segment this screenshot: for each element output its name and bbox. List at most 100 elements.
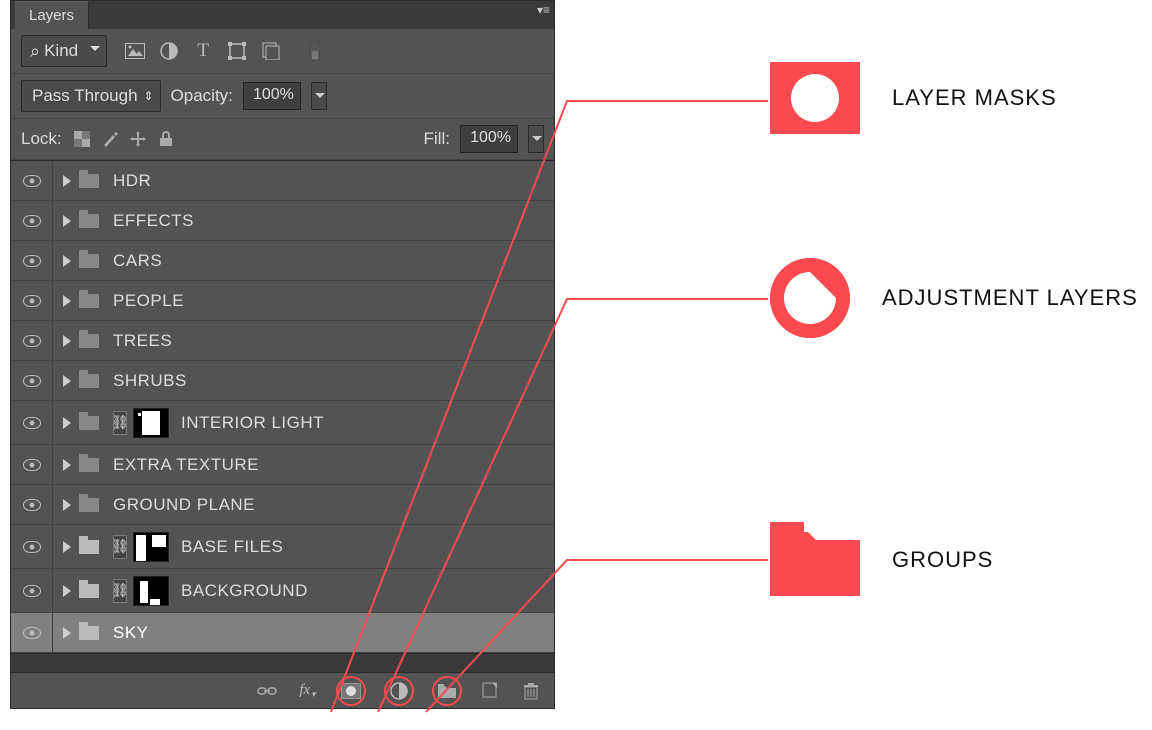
layer-row[interactable]: CARS xyxy=(11,241,554,281)
groups-icon xyxy=(770,518,860,601)
adjustment-filter-icon[interactable] xyxy=(159,42,179,60)
visibility-toggle[interactable] xyxy=(11,361,53,400)
layer-name[interactable]: CARS xyxy=(113,251,162,271)
more-filter-icon[interactable] xyxy=(305,42,325,60)
layer-name[interactable]: SKY xyxy=(113,623,149,643)
panel-menu-icon[interactable]: ▾≡ xyxy=(537,3,550,17)
eye-icon xyxy=(23,459,41,471)
folder-icon xyxy=(79,540,99,554)
expand-toggle[interactable] xyxy=(63,627,71,639)
layer-row[interactable]: SKY xyxy=(11,613,554,653)
visibility-toggle[interactable] xyxy=(11,525,53,568)
mask-thumbnail[interactable] xyxy=(133,532,169,562)
layer-row[interactable]: ⛓BASE FILES xyxy=(11,525,554,569)
fill-field[interactable]: 100% xyxy=(460,125,518,153)
eye-icon xyxy=(23,215,41,227)
layer-name[interactable]: EFFECTS xyxy=(113,211,194,231)
new-group-icon[interactable] xyxy=(432,676,462,706)
layer-row[interactable]: TREES xyxy=(11,321,554,361)
expand-toggle[interactable] xyxy=(63,417,71,429)
link-icon: ⛓ xyxy=(113,579,127,603)
opacity-label: Opacity: xyxy=(171,86,233,106)
delete-icon[interactable] xyxy=(520,680,542,702)
folder-icon xyxy=(79,334,99,348)
layer-row[interactable]: SHRUBS xyxy=(11,361,554,401)
type-filter-icon[interactable]: T xyxy=(193,42,213,60)
layer-name[interactable]: BACKGROUND xyxy=(181,581,308,601)
layer-row[interactable]: EXTRA TEXTURE xyxy=(11,445,554,485)
lock-all-icon[interactable] xyxy=(156,130,176,148)
visibility-toggle[interactable] xyxy=(11,241,53,280)
layer-name[interactable]: GROUND PLANE xyxy=(113,495,255,515)
expand-toggle[interactable] xyxy=(63,459,71,471)
link-icon: ⛓ xyxy=(113,411,127,435)
visibility-toggle[interactable] xyxy=(11,445,53,484)
add-adjustment-icon[interactable] xyxy=(384,676,414,706)
layer-row[interactable]: GROUND PLANE xyxy=(11,485,554,525)
layer-name[interactable]: TREES xyxy=(113,331,172,351)
visibility-toggle[interactable] xyxy=(11,161,53,200)
expand-toggle[interactable] xyxy=(63,585,71,597)
mask-thumbnail[interactable] xyxy=(133,576,169,606)
eye-icon xyxy=(23,375,41,387)
add-mask-icon[interactable] xyxy=(336,676,366,706)
layer-name[interactable]: PEOPLE xyxy=(113,291,184,311)
panel-header: Layers ▾≡ xyxy=(11,1,554,29)
folder-icon xyxy=(79,584,99,598)
visibility-toggle[interactable] xyxy=(11,613,53,652)
lock-fill-row: Lock: Fill: 100% xyxy=(11,119,554,160)
visibility-toggle[interactable] xyxy=(11,201,53,240)
smart-filter-icon[interactable] xyxy=(261,42,281,60)
layer-row[interactable]: PEOPLE xyxy=(11,281,554,321)
visibility-toggle[interactable] xyxy=(11,569,53,612)
expand-toggle[interactable] xyxy=(63,499,71,511)
expand-toggle[interactable] xyxy=(63,541,71,553)
fx-icon[interactable]: fx▾ xyxy=(296,680,318,702)
eye-icon xyxy=(23,499,41,511)
layer-name[interactable]: EXTRA TEXTURE xyxy=(113,455,259,475)
filter-kind-select[interactable]: Kind xyxy=(21,35,107,67)
shape-filter-icon[interactable] xyxy=(227,42,247,60)
layer-masks-icon xyxy=(770,62,860,134)
folder-icon xyxy=(79,374,99,388)
mask-thumbnail[interactable] xyxy=(133,408,169,438)
expand-toggle[interactable] xyxy=(63,335,71,347)
fill-dropdown[interactable] xyxy=(528,125,544,153)
layer-name[interactable]: SHRUBS xyxy=(113,371,187,391)
visibility-toggle[interactable] xyxy=(11,281,53,320)
lock-transparent-icon[interactable] xyxy=(72,130,92,148)
callout-adjustment-layers: ADJUSTMENT LAYERS xyxy=(770,258,1138,338)
layer-name[interactable]: INTERIOR LIGHT xyxy=(181,413,324,433)
callouts: LAYER MASKS ADJUSTMENT LAYERS GROUPS xyxy=(560,0,1150,730)
panel-footer: fx▾ xyxy=(11,672,554,708)
filter-kind-label: Kind xyxy=(44,41,78,61)
expand-toggle[interactable] xyxy=(63,255,71,267)
lock-position-icon[interactable] xyxy=(128,130,148,148)
layer-row[interactable]: ⛓ INTERIOR LIGHT xyxy=(11,401,554,445)
eye-icon xyxy=(23,295,41,307)
layer-name[interactable]: BASE FILES xyxy=(181,537,283,557)
layer-name[interactable]: HDR xyxy=(113,171,151,191)
expand-toggle[interactable] xyxy=(63,375,71,387)
filter-row: Kind T xyxy=(11,29,554,74)
visibility-toggle[interactable] xyxy=(11,401,53,444)
opacity-dropdown[interactable] xyxy=(311,82,327,110)
lock-pixels-icon[interactable] xyxy=(100,130,120,148)
eye-icon xyxy=(23,541,41,553)
expand-toggle[interactable] xyxy=(63,175,71,187)
layer-row[interactable]: ⛓ BACKGROUND xyxy=(11,569,554,613)
eye-icon xyxy=(23,175,41,187)
image-filter-icon[interactable] xyxy=(125,42,145,60)
new-layer-icon[interactable] xyxy=(480,680,502,702)
visibility-toggle[interactable] xyxy=(11,321,53,360)
expand-toggle[interactable] xyxy=(63,215,71,227)
layer-row[interactable]: EFFECTS xyxy=(11,201,554,241)
opacity-field[interactable]: 100% xyxy=(243,82,301,110)
blend-mode-select[interactable]: Pass Through xyxy=(21,80,161,112)
expand-toggle[interactable] xyxy=(63,295,71,307)
visibility-toggle[interactable] xyxy=(11,485,53,524)
layer-row[interactable]: HDR xyxy=(11,161,554,201)
panel-tab-layers[interactable]: Layers xyxy=(15,1,89,29)
callout-layer-masks: LAYER MASKS xyxy=(770,62,1057,134)
link-layers-icon[interactable] xyxy=(256,680,278,702)
